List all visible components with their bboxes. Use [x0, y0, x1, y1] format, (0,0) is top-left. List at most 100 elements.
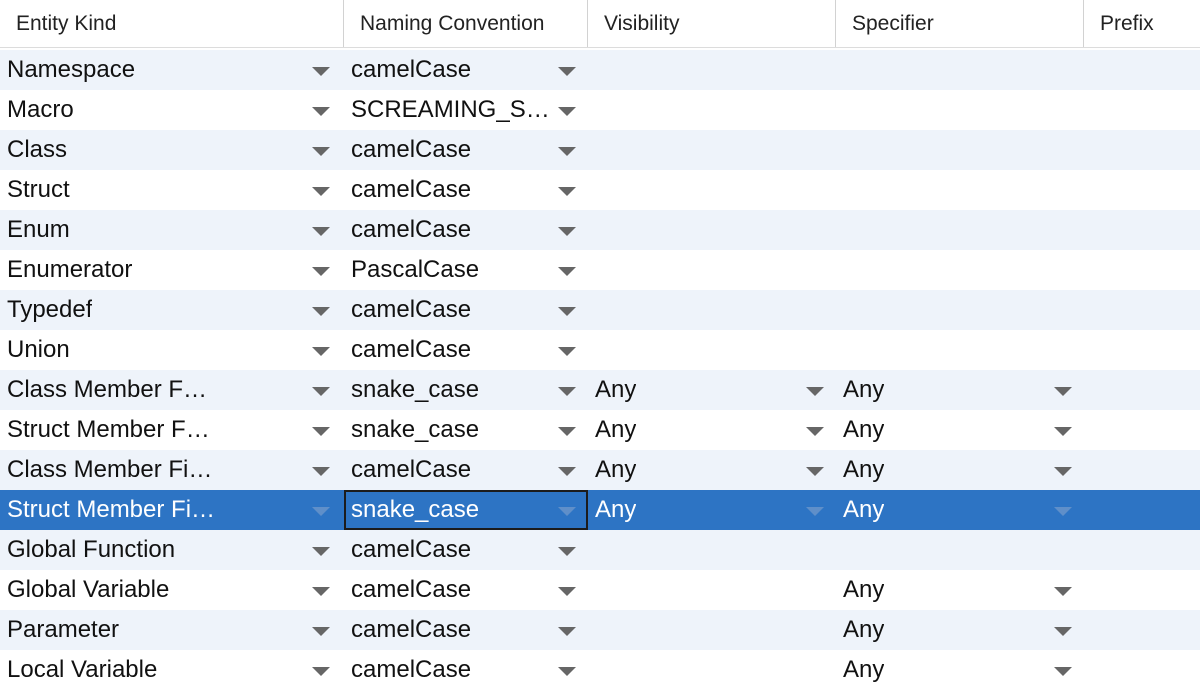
- prefix-field[interactable]: [1084, 170, 1200, 210]
- naming-convention-dropdown[interactable]: camelCase: [344, 330, 588, 370]
- specifier-dropdown[interactable]: Any: [836, 410, 1084, 450]
- naming-convention-dropdown[interactable]: camelCase: [344, 50, 588, 90]
- chevron-down-icon[interactable]: [312, 147, 330, 156]
- entity-kind-dropdown[interactable]: Class Member Function: [0, 370, 344, 410]
- naming-convention-dropdown[interactable]: camelCase: [344, 130, 588, 170]
- entity-kind-dropdown[interactable]: Class Member Field: [0, 450, 344, 490]
- chevron-down-icon[interactable]: [312, 67, 330, 76]
- specifier-dropdown[interactable]: Any: [836, 570, 1084, 610]
- visibility-dropdown[interactable]: Any: [588, 490, 836, 530]
- chevron-down-icon[interactable]: [558, 267, 576, 276]
- chevron-down-icon[interactable]: [1054, 667, 1072, 676]
- table-row[interactable]: Class Member Field camelCase Any Any: [0, 450, 1200, 490]
- chevron-down-icon[interactable]: [312, 267, 330, 276]
- chevron-down-icon[interactable]: [312, 627, 330, 636]
- table-row[interactable]: Enum camelCase: [0, 210, 1200, 250]
- chevron-down-icon[interactable]: [312, 307, 330, 316]
- chevron-down-icon[interactable]: [806, 467, 824, 476]
- visibility-dropdown[interactable]: Any: [588, 370, 836, 410]
- chevron-down-icon[interactable]: [558, 467, 576, 476]
- naming-convention-dropdown[interactable]: snake_case: [344, 490, 588, 530]
- table-row[interactable]: Namespace camelCase: [0, 50, 1200, 90]
- prefix-field[interactable]: [1084, 450, 1200, 490]
- prefix-field[interactable]: [1084, 610, 1200, 650]
- table-row[interactable]: Macro SCREAMING_SN...: [0, 90, 1200, 130]
- specifier-dropdown[interactable]: Any: [836, 370, 1084, 410]
- specifier-dropdown[interactable]: Any: [836, 450, 1084, 490]
- prefix-field[interactable]: [1084, 210, 1200, 250]
- chevron-down-icon[interactable]: [1054, 507, 1072, 516]
- specifier-dropdown[interactable]: Any: [836, 610, 1084, 650]
- naming-convention-dropdown[interactable]: camelCase: [344, 650, 588, 690]
- naming-convention-dropdown[interactable]: snake_case: [344, 370, 588, 410]
- prefix-field[interactable]: [1084, 50, 1200, 90]
- entity-kind-dropdown[interactable]: Enum: [0, 210, 344, 250]
- chevron-down-icon[interactable]: [312, 387, 330, 396]
- chevron-down-icon[interactable]: [558, 667, 576, 676]
- chevron-down-icon[interactable]: [1054, 387, 1072, 396]
- naming-convention-dropdown[interactable]: snake_case: [344, 410, 588, 450]
- table-row[interactable]: Struct Member Function snake_case Any Any: [0, 410, 1200, 450]
- chevron-down-icon[interactable]: [558, 507, 576, 516]
- table-row[interactable]: Global Function camelCase: [0, 530, 1200, 570]
- chevron-down-icon[interactable]: [558, 587, 576, 596]
- table-row[interactable]: Parameter camelCase Any: [0, 610, 1200, 650]
- naming-convention-dropdown[interactable]: camelCase: [344, 610, 588, 650]
- entity-kind-dropdown[interactable]: Typedef: [0, 290, 344, 330]
- entity-kind-dropdown[interactable]: Union: [0, 330, 344, 370]
- entity-kind-dropdown[interactable]: Namespace: [0, 50, 344, 90]
- specifier-dropdown[interactable]: Any: [836, 650, 1084, 690]
- naming-convention-dropdown[interactable]: camelCase: [344, 290, 588, 330]
- prefix-field[interactable]: [1084, 530, 1200, 570]
- entity-kind-dropdown[interactable]: Global Function: [0, 530, 344, 570]
- prefix-field[interactable]: [1084, 370, 1200, 410]
- prefix-field[interactable]: [1084, 250, 1200, 290]
- prefix-field[interactable]: [1084, 90, 1200, 130]
- chevron-down-icon[interactable]: [312, 347, 330, 356]
- table-row[interactable]: Struct Member Field snake_case Any Any: [0, 490, 1200, 530]
- table-row[interactable]: Union camelCase: [0, 330, 1200, 370]
- column-header-prefix[interactable]: Prefix: [1084, 0, 1200, 47]
- naming-convention-dropdown[interactable]: PascalCase: [344, 250, 588, 290]
- naming-convention-dropdown[interactable]: camelCase: [344, 570, 588, 610]
- prefix-field[interactable]: [1084, 410, 1200, 450]
- chevron-down-icon[interactable]: [312, 107, 330, 116]
- chevron-down-icon[interactable]: [1054, 587, 1072, 596]
- entity-kind-dropdown[interactable]: Global Variable: [0, 570, 344, 610]
- table-row[interactable]: Enumerator PascalCase: [0, 250, 1200, 290]
- prefix-field[interactable]: [1084, 130, 1200, 170]
- chevron-down-icon[interactable]: [312, 547, 330, 556]
- chevron-down-icon[interactable]: [558, 347, 576, 356]
- entity-kind-dropdown[interactable]: Class: [0, 130, 344, 170]
- table-row[interactable]: Local Variable camelCase Any: [0, 650, 1200, 690]
- entity-kind-dropdown[interactable]: Struct Member Function: [0, 410, 344, 450]
- prefix-field[interactable]: [1084, 490, 1200, 530]
- column-header-entity-kind[interactable]: Entity Kind: [0, 0, 344, 47]
- entity-kind-dropdown[interactable]: Macro: [0, 90, 344, 130]
- chevron-down-icon[interactable]: [312, 507, 330, 516]
- chevron-down-icon[interactable]: [806, 427, 824, 436]
- chevron-down-icon[interactable]: [558, 147, 576, 156]
- chevron-down-icon[interactable]: [1054, 467, 1072, 476]
- specifier-dropdown[interactable]: Any: [836, 490, 1084, 530]
- entity-kind-dropdown[interactable]: Enumerator: [0, 250, 344, 290]
- entity-kind-dropdown[interactable]: Parameter: [0, 610, 344, 650]
- chevron-down-icon[interactable]: [558, 107, 576, 116]
- chevron-down-icon[interactable]: [312, 587, 330, 596]
- entity-kind-dropdown[interactable]: Struct Member Field: [0, 490, 344, 530]
- chevron-down-icon[interactable]: [558, 307, 576, 316]
- chevron-down-icon[interactable]: [558, 187, 576, 196]
- chevron-down-icon[interactable]: [558, 67, 576, 76]
- prefix-field[interactable]: [1084, 330, 1200, 370]
- chevron-down-icon[interactable]: [806, 507, 824, 516]
- naming-convention-dropdown[interactable]: camelCase: [344, 170, 588, 210]
- prefix-field[interactable]: [1084, 570, 1200, 610]
- table-row[interactable]: Typedef camelCase: [0, 290, 1200, 330]
- chevron-down-icon[interactable]: [1054, 427, 1072, 436]
- table-row[interactable]: Global Variable camelCase Any: [0, 570, 1200, 610]
- naming-convention-dropdown[interactable]: camelCase: [344, 530, 588, 570]
- visibility-dropdown[interactable]: Any: [588, 410, 836, 450]
- chevron-down-icon[interactable]: [558, 227, 576, 236]
- chevron-down-icon[interactable]: [312, 667, 330, 676]
- naming-convention-dropdown[interactable]: SCREAMING_SN...: [344, 90, 588, 130]
